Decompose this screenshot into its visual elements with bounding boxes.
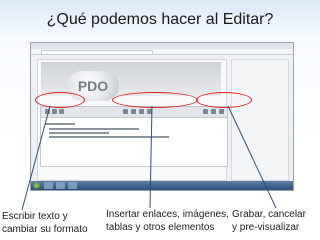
annotation-format-line2: cambiar su formato — [2, 224, 88, 235]
annotation-format: Escribir texto y cambiar su formato — [2, 210, 88, 236]
annotation-insert: Insertar enlaces, imágenes, tablas y otr… — [106, 208, 229, 234]
annotation-save-line2: y pre-visualizar — [232, 222, 300, 233]
arrow-save — [227, 105, 277, 209]
annotation-save: Grabar, cancelar y pre-visualizar — [232, 208, 306, 234]
arrow-format — [21, 105, 51, 211]
annotation-arrows — [21, 105, 277, 211]
annotation-insert-line1: Insertar enlaces, imágenes, — [106, 209, 229, 220]
annotation-format-line1: Escribir texto y — [2, 211, 68, 222]
annotation-insert-line2: tablas y otros elementos — [106, 222, 215, 233]
arrow-insert — [149, 105, 153, 209]
annotation-save-line1: Grabar, cancelar — [232, 209, 306, 220]
